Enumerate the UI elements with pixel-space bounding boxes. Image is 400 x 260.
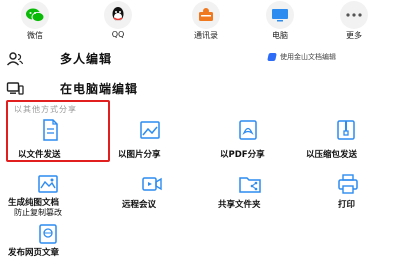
pc-edit-icon [6, 82, 24, 95]
printer-icon [338, 174, 358, 194]
option-shared-folder[interactable]: 共享文件夹 [210, 172, 300, 216]
option-publish-web-article[interactable]: 发布网页文章 [0, 222, 110, 260]
option-label: 以图片分享 [118, 150, 161, 160]
option-label: 以PDF分享 [220, 150, 265, 160]
share-other-ways-title: 以其他方式分享 [14, 105, 77, 114]
wps-logo-icon [267, 53, 277, 61]
share-qq[interactable]: QQ [88, 0, 148, 44]
contacts-icon [192, 1, 220, 29]
multi-edit-row[interactable]: 多人编辑 使用金山文档编辑 [0, 46, 400, 72]
option-print[interactable]: 打印 [300, 172, 400, 216]
image-icon [140, 121, 160, 139]
option-label: 以文件发送 [18, 150, 61, 160]
wps-tip-label: 使用金山文档编辑 [280, 53, 336, 61]
zip-icon [337, 120, 355, 140]
share-label-more: 更多 [346, 31, 362, 40]
multi-edit-label: 多人编辑 [60, 52, 113, 66]
share-target-row: 微信 QQ 通讯录 电脑 更多 [0, 0, 400, 44]
qq-icon [104, 1, 132, 29]
option-share-as-image[interactable]: 以图片分享 [110, 118, 200, 162]
option-remote-meeting[interactable]: 远程会议 [110, 172, 200, 216]
share-label-contacts: 通讯录 [194, 31, 218, 40]
option-generate-image-doc[interactable]: 生成纯图文档 防止复制篡改 [0, 172, 110, 217]
share-wechat[interactable]: 微信 [5, 0, 65, 44]
wps-edit-tip[interactable]: 使用金山文档编辑 [267, 52, 336, 62]
share-contacts[interactable]: 通讯录 [176, 0, 236, 44]
share-label-qq: QQ [111, 30, 125, 39]
pc-edit-row[interactable]: 在电脑端编辑 [0, 76, 400, 102]
people-icon [6, 52, 24, 66]
option-label: 远程会议 [122, 200, 157, 210]
option-label: 打印 [338, 200, 356, 210]
pdf-icon [239, 120, 257, 140]
share-label-computer: 电脑 [272, 31, 288, 40]
shared-folder-icon [239, 177, 261, 193]
pc-edit-label: 在电脑端编辑 [60, 82, 139, 96]
share-more[interactable]: 更多 [324, 0, 384, 44]
option-label: 以压缩包发送 [306, 150, 358, 160]
option-label: 发布网页文章 [8, 248, 60, 258]
share-label-wechat: 微信 [27, 31, 43, 40]
file-icon [43, 119, 58, 141]
wechat-icon [21, 1, 49, 29]
computer-icon [266, 1, 294, 29]
option-share-as-pdf[interactable]: 以PDF分享 [210, 118, 300, 162]
web-article-icon [39, 224, 57, 244]
option-send-as-file[interactable]: 以文件发送 [0, 118, 110, 162]
more-icon [340, 1, 368, 29]
image-doc-icon [38, 175, 58, 193]
option-label: 共享文件夹 [218, 200, 261, 210]
share-computer[interactable]: 电脑 [250, 0, 310, 44]
option-send-as-zip[interactable]: 以压缩包发送 [300, 118, 400, 162]
option-sublabel: 防止复制篡改 [14, 208, 62, 217]
video-meeting-icon [142, 177, 162, 191]
